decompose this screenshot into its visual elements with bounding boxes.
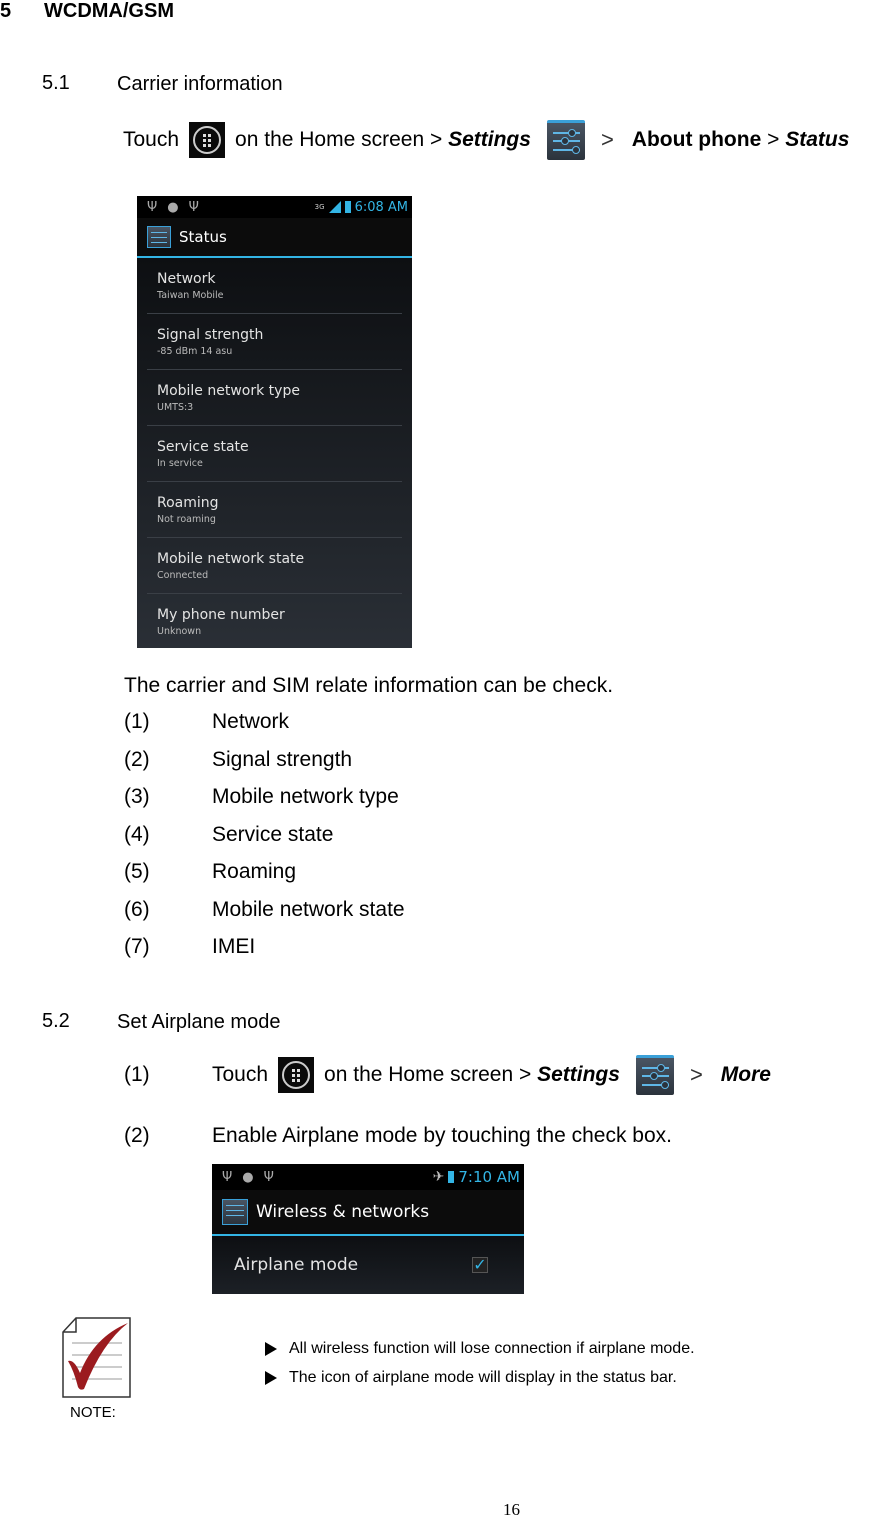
note-label: NOTE:: [70, 1404, 116, 1421]
touch-text: Touch: [212, 1063, 269, 1086]
settings-text: Settings: [537, 1063, 620, 1086]
screen-title: Status: [179, 228, 227, 246]
status-item-phone-number[interactable]: My phone number Unknown: [147, 594, 402, 648]
note-text: All wireless function will lose connecti…: [289, 1340, 695, 1357]
signal-icon: [328, 201, 341, 213]
step-1: (1) Touch on the Home screen > Settings …: [124, 1055, 771, 1095]
settings-icon[interactable]: [222, 1199, 248, 1225]
list-number: (7): [124, 935, 150, 958]
page-number: 16: [503, 1500, 520, 1519]
item-title: Signal strength: [157, 326, 264, 343]
on-home-text: on the Home screen >: [235, 128, 443, 151]
list-number: (5): [124, 860, 150, 883]
subsection-number: 5.1: [42, 72, 70, 94]
apps-launcher-icon: [278, 1057, 315, 1093]
settings-icon[interactable]: [147, 226, 171, 248]
instruction-line: Touch on the Home screen > Settings > Ab…: [123, 120, 849, 160]
item-title: Mobile network type: [157, 382, 300, 399]
settings-text: Settings: [448, 128, 531, 151]
item-title: Mobile network state: [157, 550, 305, 567]
item-title: Roaming: [157, 494, 219, 511]
notification-icons: Ψ●Ψ: [222, 1169, 284, 1185]
gt-text: >: [767, 128, 780, 151]
action-bar: Wireless & networks: [212, 1190, 524, 1236]
bullet-arrow-icon: [265, 1371, 277, 1385]
item-summary: Not roaming: [157, 513, 216, 525]
section-number: 5: [0, 0, 12, 22]
step-text: Enable Airplane mode by touching the che…: [212, 1124, 672, 1147]
list-text: IMEI: [212, 935, 256, 958]
subsection-number: 5.2: [42, 1010, 70, 1032]
list-number: (2): [124, 748, 150, 771]
item-summary: Taiwan Mobile: [157, 289, 224, 301]
status-item-network[interactable]: Network Taiwan Mobile: [147, 258, 402, 314]
status-list: Network Taiwan Mobile Signal strength -85 …: [137, 258, 412, 648]
airplane-mode-label: Airplane mode: [234, 1255, 359, 1275]
status-item-signal[interactable]: Signal strength -85 dBm 14 asu: [147, 314, 402, 370]
status-bar: Ψ●Ψ ✈ 7:10 AM: [212, 1164, 524, 1190]
item-title: My phone number: [157, 606, 285, 623]
list-text: Mobile network state: [212, 898, 405, 921]
item-summary: -85 dBm 14 asu: [157, 345, 233, 357]
battery-icon: [344, 201, 351, 213]
list-number: (4): [124, 823, 150, 846]
separator: >: [600, 127, 614, 152]
airplane-mode-checkbox[interactable]: ✓: [472, 1257, 488, 1273]
list-number: (6): [124, 898, 150, 921]
notification-icons: Ψ●Ψ: [147, 199, 209, 215]
action-bar: Status: [137, 218, 412, 258]
subsection-heading-5-1: 5.1 Carrier information: [0, 72, 400, 98]
item-title: Service state: [157, 438, 249, 455]
status-item-roaming[interactable]: Roaming Not roaming: [147, 482, 402, 538]
subsection-title: Set Airplane mode: [117, 1011, 281, 1033]
note-bullet: All wireless function will lose connecti…: [265, 1340, 695, 1358]
note-text: The icon of airplane mode will display i…: [289, 1369, 677, 1386]
item-summary: UMTS:3: [157, 401, 194, 413]
section-heading: 5 WCDMA/GSM: [0, 0, 300, 26]
airplane-screenshot: Ψ●Ψ ✈ 7:10 AM Wireless & networks Airpla…: [212, 1164, 524, 1294]
settings-icon: [546, 120, 585, 160]
item-title: Network: [157, 270, 216, 287]
clock: 6:08 AM: [354, 199, 408, 215]
item-summary: Unknown: [157, 625, 202, 637]
list-number: (3): [124, 785, 150, 808]
on-home-text: on the Home screen >: [324, 1063, 532, 1086]
airplane-icon: ✈: [432, 1169, 445, 1185]
list-text: Roaming: [212, 860, 297, 883]
section-title: WCDMA/GSM: [44, 0, 174, 22]
step-number: (2): [124, 1124, 150, 1147]
item-summary: Connected: [157, 569, 209, 581]
status-screenshot: Ψ●Ψ 3G 6:08 AM Status Network Taiwan Mobi…: [137, 196, 412, 648]
apps-launcher-icon: [189, 122, 226, 158]
airplane-mode-row[interactable]: Airplane mode ✓: [212, 1236, 524, 1294]
list-text: Mobile network type: [212, 785, 399, 808]
about-phone-text: About phone: [631, 128, 762, 151]
more-text: More: [720, 1063, 771, 1086]
subsection-title: Carrier information: [117, 73, 283, 95]
status-bar: Ψ●Ψ 3G 6:08 AM: [137, 196, 412, 218]
status-item-network-type[interactable]: Mobile network type UMTS:3: [147, 370, 402, 426]
subsection-heading-5-2: 5.2 Set Airplane mode: [0, 1010, 400, 1036]
settings-icon: [635, 1055, 674, 1095]
status-item-network-state[interactable]: Mobile network state Connected: [147, 538, 402, 594]
list-text: Service state: [212, 823, 334, 846]
status-item-service[interactable]: Service state In service: [147, 426, 402, 482]
list-text: Signal strength: [212, 748, 353, 771]
bullet-arrow-icon: [265, 1342, 277, 1356]
touch-text: Touch: [123, 128, 180, 151]
separator: >: [689, 1062, 703, 1087]
description: The carrier and SIM relate information c…: [124, 674, 614, 697]
status-text: Status: [785, 128, 850, 151]
step-number: (1): [124, 1063, 150, 1086]
list-number: (1): [124, 710, 150, 733]
network-type: 3G: [314, 203, 325, 211]
clock: 7:10 AM: [458, 1168, 520, 1186]
item-summary: In service: [157, 457, 203, 469]
battery-icon: [448, 1171, 455, 1183]
screen-title: Wireless & networks: [256, 1202, 430, 1222]
note-icon: [62, 1317, 132, 1399]
note-bullet: The icon of airplane mode will display i…: [265, 1369, 677, 1387]
list-text: Network: [212, 710, 290, 733]
